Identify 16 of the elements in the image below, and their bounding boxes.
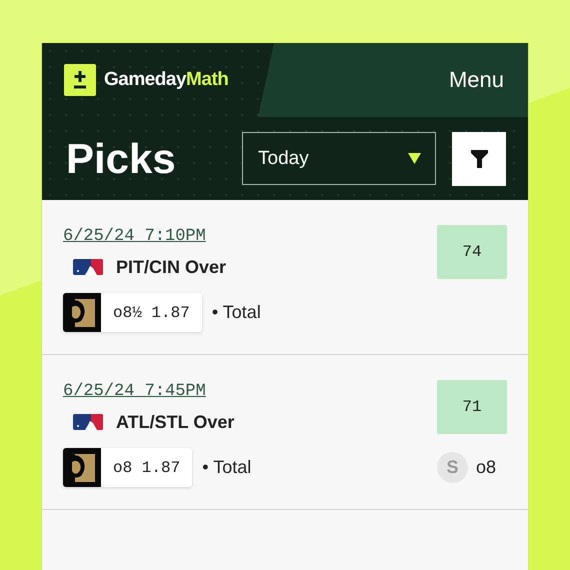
market-label: • Total [212, 302, 261, 323]
consensus-line: o8 [476, 457, 496, 478]
score-value: 71 [437, 380, 507, 434]
source-badge: S [437, 452, 468, 483]
page-title: Picks [66, 134, 177, 182]
game-time-link[interactable]: 6/25/24 7:10PM [63, 226, 206, 246]
brand-name: GamedayMath [104, 69, 228, 91]
odds-line: o8 1.87 [112, 458, 182, 476]
menu-button[interactable]: Menu [448, 67, 504, 93]
date-dropdown[interactable]: Today [242, 132, 436, 185]
matchup-label: PIT/CIN Over [116, 256, 226, 278]
market-label: • Total [202, 457, 252, 478]
odds-line: o8½ 1.87 [112, 304, 191, 322]
matchup-label: ATL/STL Over [116, 412, 234, 432]
game-time-link[interactable]: 6/25/24 7:45PM [63, 382, 206, 400]
score-value: 74 [437, 225, 507, 279]
